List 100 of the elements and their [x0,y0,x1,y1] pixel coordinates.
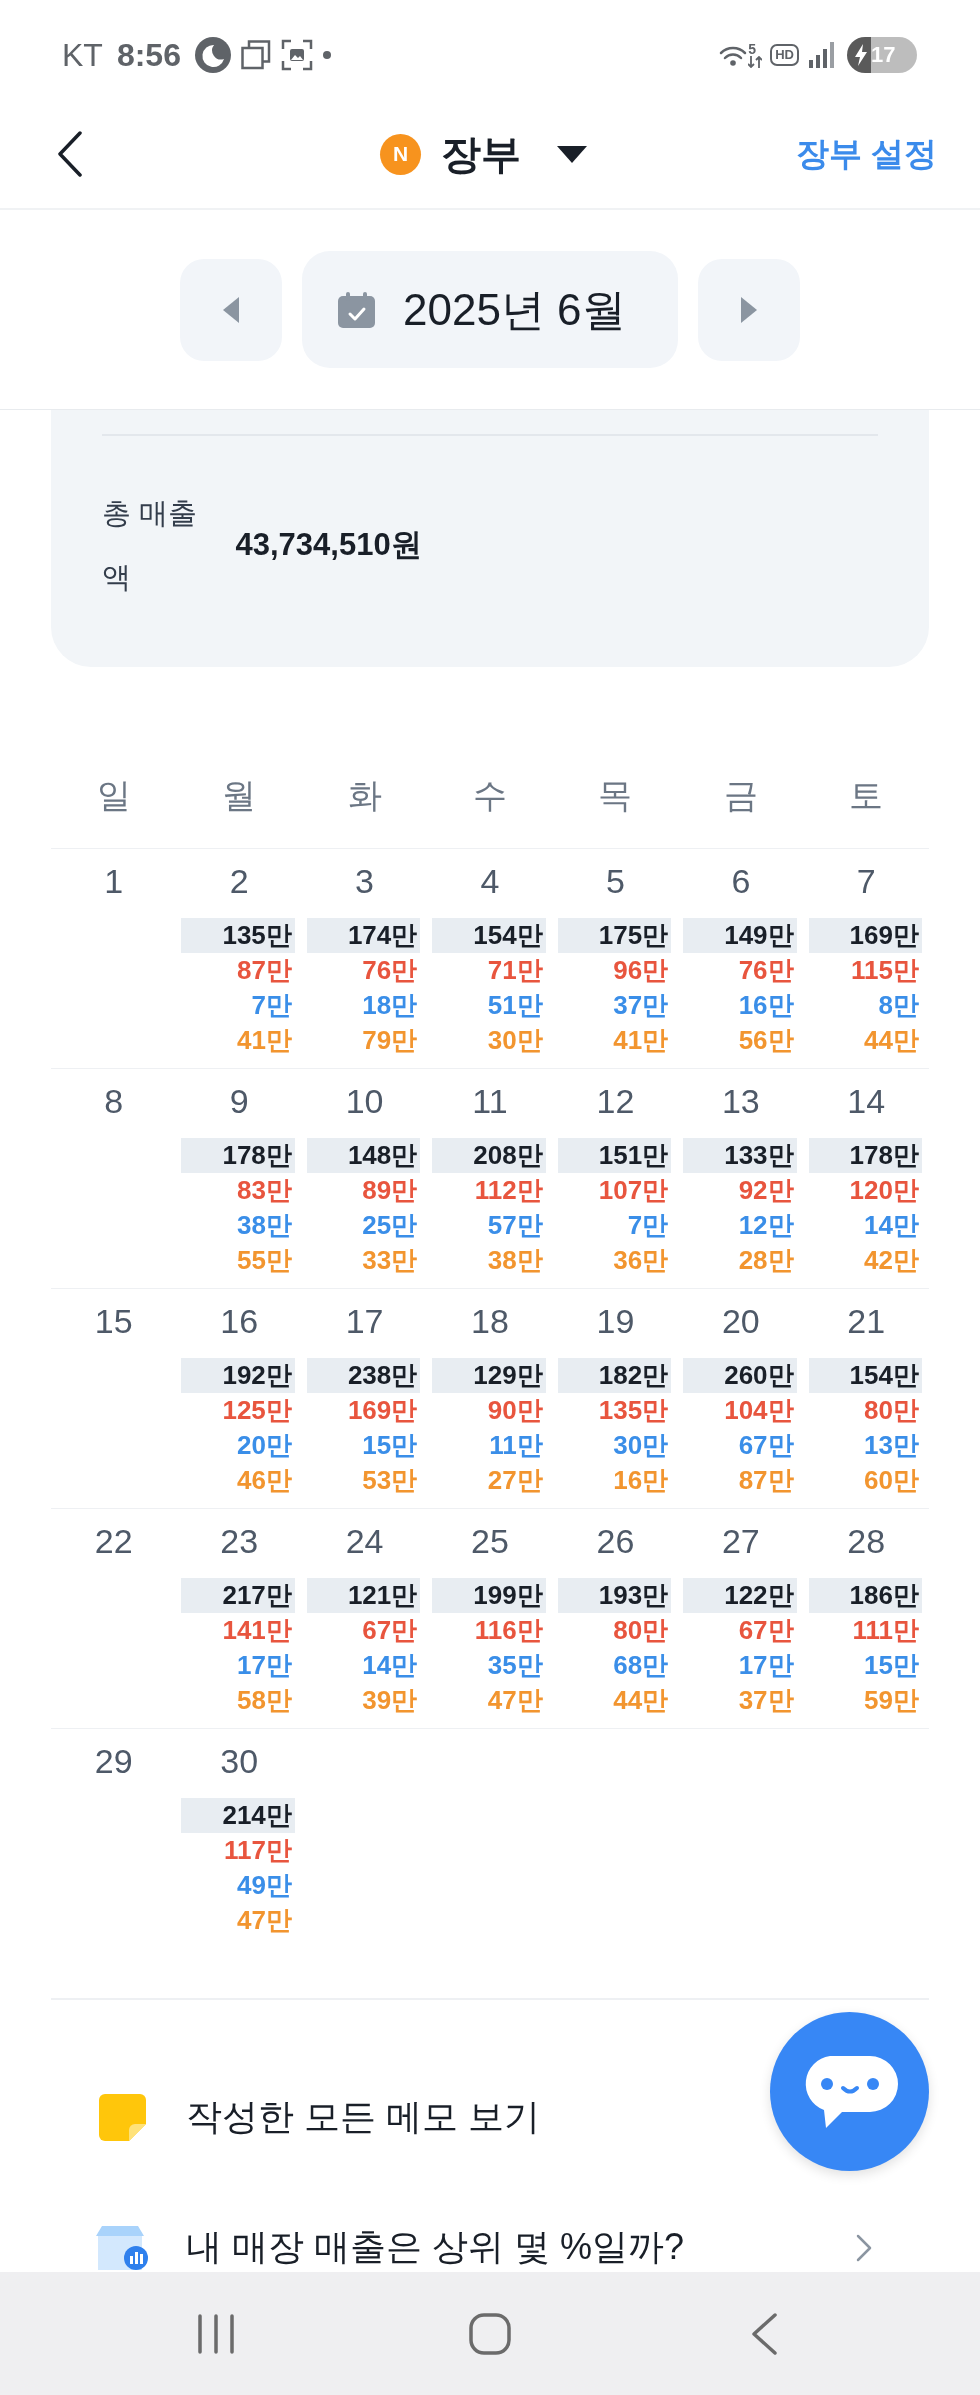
date-number: 22 [94,1521,133,1561]
daily-amount: 11만 [489,1429,543,1462]
daily-amount: 17만 [236,1649,292,1682]
daily-amount: 37만 [613,989,669,1022]
daily-amount: 59만 [864,1684,919,1717]
caret-left-icon [223,296,239,323]
daily-amount: 44만 [613,1684,669,1717]
ledger-dropdown[interactable]: 장부 [441,130,587,178]
daily-total: 151만 [557,1138,672,1173]
date-number: 3 [355,861,374,901]
daily-amount: 55만 [236,1244,292,1277]
daily-amount: 16만 [738,989,794,1022]
daily-amount: 89만 [362,1174,418,1207]
date-number: 18 [471,1301,509,1341]
sticky-note-icon [98,2093,146,2141]
home-icon[interactable] [469,2312,511,2355]
notification-dot-icon [322,51,331,59]
daily-amount: 79만 [362,1024,418,1057]
daily-total: 192만 [181,1358,295,1393]
date-number: 7 [856,861,876,901]
daily-amount: 76만 [362,954,418,987]
date-number: 26 [596,1521,635,1561]
daily-amount: 39만 [362,1684,418,1717]
recent-apps-icon[interactable] [196,2313,236,2354]
date-number: 19 [596,1301,635,1341]
daily-total: 148만 [306,1138,421,1173]
daily-amount: 87만 [236,954,292,987]
daily-total: 178만 [808,1138,922,1173]
image-frame-icon [280,39,313,71]
daily-total: 154만 [432,918,546,953]
weekday-label: 일 [96,775,131,816]
date-number: 17 [345,1301,384,1341]
date-number: 2 [229,861,249,901]
daily-amount: 135만 [598,1394,669,1427]
daily-amount: 25만 [362,1209,418,1242]
daily-total: 129만 [432,1358,546,1393]
daily-amount: 30만 [487,1024,543,1057]
daily-amount: 92만 [738,1174,794,1207]
menu-item[interactable]: 작성한 모든 메모 보기 [0,2048,980,2186]
daily-amount: 104만 [724,1394,794,1427]
daily-amount: 51만 [487,989,543,1022]
daily-amount: 37만 [738,1684,794,1717]
daily-amount: 30만 [613,1429,669,1462]
signal-icon [809,42,835,68]
date-number: 5 [605,861,625,901]
store-chart-icon [94,2226,150,2270]
caret-right-icon [741,296,757,323]
daily-amount: 47만 [236,1904,292,1937]
ledger-badge: N [380,133,421,175]
daily-amount: 14만 [362,1649,418,1682]
date-number: 13 [721,1081,760,1121]
daily-total: 174만 [306,918,421,953]
daily-amount: 13만 [864,1429,919,1462]
daily-total: 149만 [683,918,797,953]
daily-amount: 18만 [362,989,418,1022]
date-number: 23 [220,1521,259,1561]
daily-amount: 116만 [474,1614,543,1647]
date-number: 24 [345,1521,384,1561]
date-number: 21 [847,1301,886,1341]
date-number: 4 [480,861,500,901]
daily-amount: 87만 [738,1464,794,1497]
daily-amount: 57만 [487,1209,543,1242]
daily-total: 217만 [181,1578,295,1613]
daily-amount: 120만 [849,1174,919,1207]
daily-amount: 112만 [474,1174,543,1207]
daily-amount: 47만 [487,1684,543,1717]
weekday-label: 토 [849,775,884,816]
daily-amount: 41만 [236,1024,292,1057]
date-number: 30 [220,1741,259,1781]
date-number: 11 [472,1081,508,1121]
daily-amount: 16만 [613,1464,669,1497]
month-picker[interactable]: 2025년 6월 [302,251,678,368]
daily-amount: 67만 [362,1614,418,1647]
daily-amount: 67만 [738,1614,794,1647]
weekday-label: 목 [598,775,633,816]
daily-amount: 53만 [362,1464,418,1497]
hd-indicator: HD [770,44,799,66]
daily-amount: 7만 [251,989,292,1022]
daily-total: 133만 [683,1138,797,1173]
date-number: 9 [229,1081,249,1121]
date-number: 6 [731,861,751,901]
back-icon[interactable] [57,131,83,177]
total-sales-label: 총 매출액 [102,495,199,595]
date-number: 8 [104,1081,124,1121]
date-number: 16 [220,1301,259,1341]
daily-amount: 80만 [864,1394,919,1427]
daily-amount: 58만 [236,1684,292,1717]
daily-amount: 20만 [236,1429,292,1462]
daily-amount: 44만 [864,1024,919,1057]
daily-amount: 41만 [613,1024,669,1057]
daily-amount: 36만 [613,1244,669,1277]
daily-total: 169만 [808,918,922,953]
daily-amount: 38만 [487,1244,543,1277]
daily-total: 178만 [181,1138,295,1173]
daily-total: 199만 [432,1578,546,1613]
daily-total: 193만 [557,1578,672,1613]
daily-total: 214만 [181,1798,295,1833]
daily-amount: 169만 [347,1394,418,1427]
menu-item[interactable]: 내 매장 매출은 상위 몇 %일까? [0,2186,980,2272]
daily-total: 186만 [808,1578,922,1613]
